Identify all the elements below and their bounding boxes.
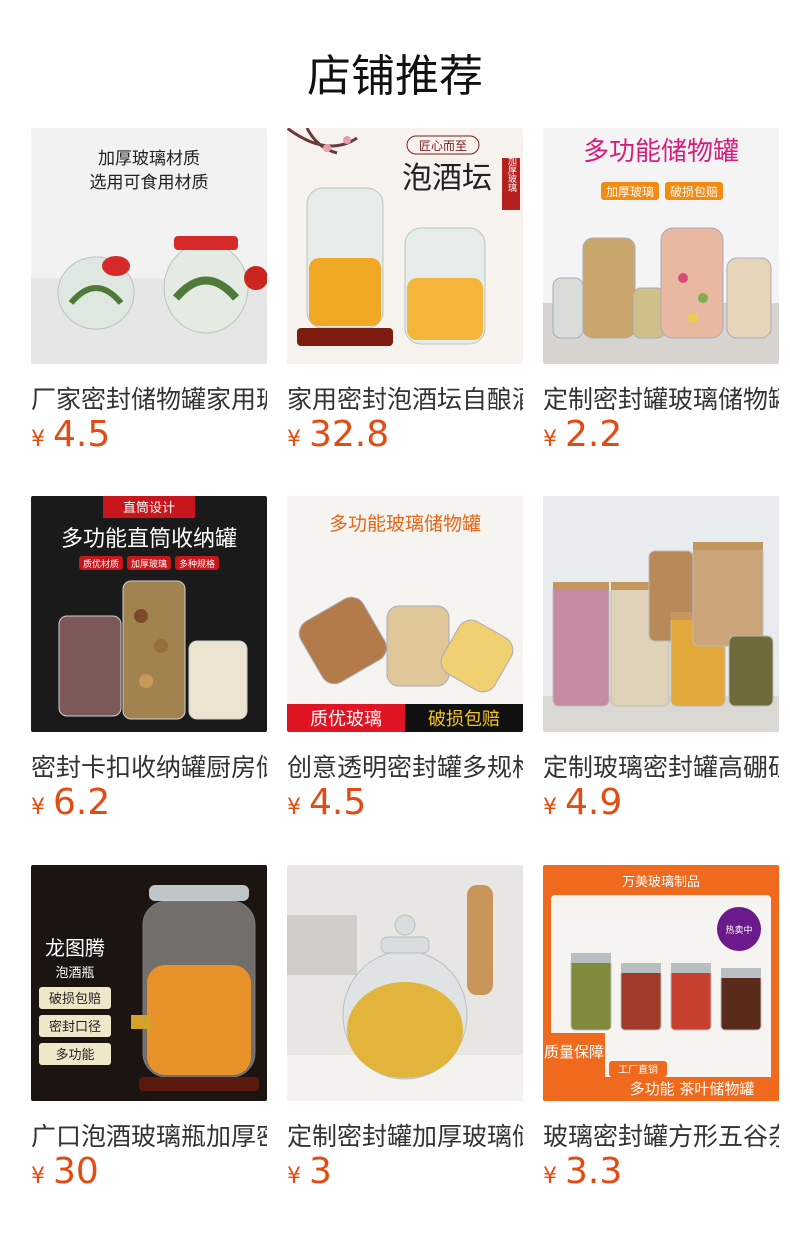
product-image[interactable]: 万美玻璃制品 热卖中 质量保障 工厂直销 多功能 茶叶储物罐 (543, 865, 779, 1101)
image-caption: 泡酒瓶 (55, 966, 94, 981)
price-value: 4.5 (309, 782, 367, 823)
product-name[interactable]: 家用密封泡酒坛自酿酒 (287, 380, 523, 416)
price-value: 4.9 (565, 782, 623, 823)
product-price: ¥4.5 (31, 414, 110, 455)
image-caption: 加厚玻璃 (506, 156, 517, 193)
image-caption: 多功能玻璃储物罐 (329, 513, 481, 535)
image-caption: 多功能直筒收纳罐 (61, 527, 237, 552)
page-title: 店铺推荐 (307, 51, 483, 102)
image-caption: 匠心而至 (419, 139, 467, 153)
product-image[interactable] (287, 865, 523, 1101)
image-caption: 质量保障 (544, 1043, 604, 1061)
product-price: ¥2.2 (543, 414, 622, 455)
image-caption: 多功能 茶叶储物罐 (630, 1080, 755, 1098)
product-image[interactable] (543, 496, 779, 732)
product-price: ¥4.5 (287, 782, 366, 823)
currency-symbol: ¥ (543, 427, 557, 452)
image-caption: 龙图腾 (45, 936, 105, 960)
currency-symbol: ¥ (287, 795, 301, 820)
image-caption: 破损包赔 (670, 184, 718, 199)
currency-symbol: ¥ (31, 427, 45, 452)
product-image[interactable]: 多功能玻璃储物罐 质优玻璃 破损包赔 (287, 496, 523, 732)
product-name[interactable]: 广口泡酒玻璃瓶加厚密封 (31, 1117, 267, 1153)
currency-symbol: ¥ (543, 1164, 557, 1189)
currency-symbol: ¥ (31, 795, 45, 820)
product-image[interactable]: 加厚玻璃材质 选用可食用材质 (31, 128, 267, 364)
product-image[interactable]: 匠心而至 泡酒坛 加厚玻璃 (287, 128, 523, 364)
product-image[interactable]: 多功能储物罐 加厚玻璃 破损包赔 (543, 128, 779, 364)
image-caption: 万美玻璃制品 (622, 875, 700, 890)
image-caption: 多功能 (55, 1047, 94, 1063)
image-caption: 加厚玻璃材质 (98, 149, 200, 169)
product-price: ¥30 (31, 1151, 99, 1192)
image-caption: 密封口径 (49, 1019, 101, 1035)
image-caption: 质优玻璃 (310, 709, 382, 730)
product-name[interactable]: 玻璃密封罐方形五谷杂粮 (543, 1117, 779, 1153)
currency-symbol: ¥ (31, 1164, 45, 1189)
image-caption: 选用可食用材质 (90, 173, 209, 193)
image-caption: 直筒设计 (123, 500, 175, 516)
product-name[interactable]: 定制密封罐加厚玻璃储物 (287, 1117, 523, 1153)
product-price: ¥6.2 (31, 782, 110, 823)
product-price: ¥3.3 (543, 1151, 622, 1192)
image-caption: 热卖中 (725, 924, 752, 936)
image-caption: 加厚玻璃 (606, 185, 654, 199)
image-caption: 多种规格 (179, 558, 215, 570)
currency-symbol: ¥ (287, 1164, 301, 1189)
image-caption: 多功能储物罐 (583, 137, 739, 167)
image-caption: 工厂直销 (618, 1063, 658, 1076)
price-value: 6.2 (53, 782, 111, 823)
image-caption: 破损包赔 (49, 992, 101, 1007)
price-value: 32.8 (309, 414, 390, 455)
product-name[interactable]: 定制玻璃密封罐高硼硅 (543, 748, 779, 784)
currency-symbol: ¥ (543, 795, 557, 820)
price-value: 3.3 (565, 1151, 623, 1192)
product-name[interactable]: 创意透明密封罐多规格 (287, 748, 523, 784)
product-name[interactable]: 密封卡扣收纳罐厨房储物 (31, 748, 267, 784)
product-price: ¥4.9 (543, 782, 622, 823)
price-value: 2.2 (565, 414, 623, 455)
image-caption: 质优材质 (83, 558, 119, 570)
product-image[interactable]: 龙图腾 泡酒瓶 破损包赔 密封口径 多功能 (31, 865, 267, 1101)
product-name[interactable]: 厂家密封储物罐家用玻璃 (31, 380, 267, 416)
image-caption: 泡酒坛 (402, 161, 492, 196)
image-caption: 加厚玻璃 (131, 558, 167, 570)
image-caption: 破损包赔 (428, 709, 500, 730)
price-value: 4.5 (53, 414, 111, 455)
product-name[interactable]: 定制密封罐玻璃储物罐 (543, 380, 779, 416)
product-image[interactable]: 直筒设计 多功能直筒收纳罐 质优材质 加厚玻璃 多种规格 (31, 496, 267, 732)
price-value: 30 (53, 1151, 99, 1192)
currency-symbol: ¥ (287, 427, 301, 452)
price-value: 3 (309, 1151, 332, 1192)
product-price: ¥32.8 (287, 414, 389, 455)
product-price: ¥3 (287, 1151, 332, 1192)
